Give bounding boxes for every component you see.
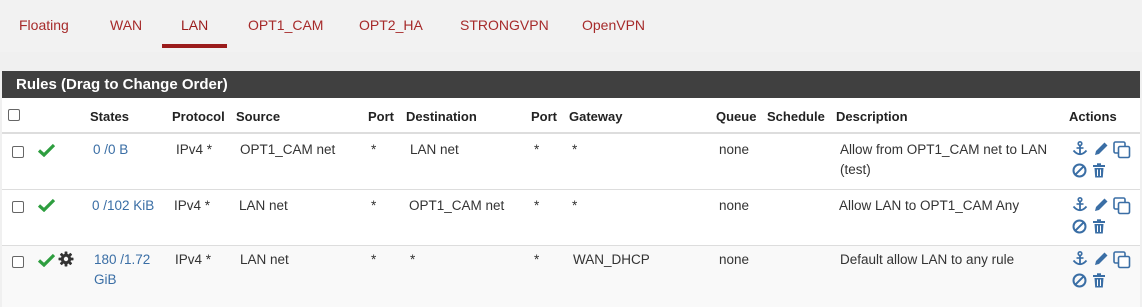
- col-port: Port: [368, 109, 394, 124]
- col-protocol: Protocol: [172, 109, 225, 124]
- states-link[interactable]: 180 /1.72 GiB: [94, 250, 166, 290]
- table-header: States Protocol Source Port Destination …: [2, 98, 1140, 134]
- trash-icon[interactable]: [1092, 163, 1106, 178]
- check-icon: [38, 198, 55, 212]
- col-destination: Destination: [406, 109, 477, 124]
- col-actions: Actions: [1069, 109, 1117, 124]
- col-description: Description: [836, 109, 908, 124]
- queue-value: none: [719, 142, 750, 157]
- anchor-icon[interactable]: [1072, 197, 1088, 213]
- queue-value: none: [719, 252, 750, 267]
- tab-openvpn[interactable]: OpenVPN: [582, 16, 645, 36]
- select-all-checkbox[interactable]: [8, 109, 20, 121]
- tab-wan[interactable]: WAN: [110, 16, 142, 36]
- col-port-dest: Port: [531, 109, 557, 124]
- col-source: Source: [236, 109, 281, 124]
- table-row[interactable]: 180 /1.72 GiB IPv4 * LAN net * * * WAN_D…: [2, 246, 1140, 307]
- destination-value: LAN net: [410, 142, 459, 157]
- check-icon: [38, 253, 55, 267]
- gateway-value: *: [572, 142, 578, 157]
- table-row[interactable]: 0 /0 B IPv4 * OPT1_CAM net * LAN net * *…: [2, 136, 1140, 190]
- source-value: OPT1_CAM net: [240, 142, 336, 157]
- panel-title: Rules (Drag to Change Order): [2, 71, 1140, 98]
- description-value: Default allow LAN to any rule: [840, 252, 1015, 267]
- gateway-value: WAN_DHCP: [573, 252, 650, 267]
- col-states: States: [90, 109, 130, 124]
- pencil-icon[interactable]: [1093, 251, 1109, 267]
- col-gateway: Gateway: [569, 109, 623, 124]
- source-value: LAN net: [239, 198, 288, 213]
- port-value: *: [371, 142, 377, 157]
- ban-icon[interactable]: [1072, 163, 1087, 178]
- row-checkbox[interactable]: [12, 256, 24, 268]
- col-schedule: Schedule: [767, 109, 825, 124]
- table-row[interactable]: 0 /102 KiB IPv4 * LAN net * OPT1_CAM net…: [2, 190, 1140, 246]
- destination-value: *: [410, 252, 416, 267]
- description-value: Allow LAN to OPT1_CAM Any: [839, 198, 1020, 213]
- dest-port-value: *: [534, 142, 540, 157]
- port-value: *: [371, 252, 377, 267]
- anchor-icon[interactable]: [1072, 251, 1088, 267]
- protocol-value: IPv4 *: [174, 198, 211, 213]
- anchor-icon[interactable]: [1072, 141, 1088, 157]
- active-tab-indicator: [162, 44, 227, 48]
- dest-port-value: *: [534, 252, 540, 267]
- description-value: Allow from OPT1_CAM net to LAN (test): [840, 142, 1048, 177]
- ban-icon[interactable]: [1072, 273, 1087, 288]
- queue-value: none: [719, 198, 750, 213]
- tab-opt1-cam[interactable]: OPT1_CAM: [248, 16, 323, 36]
- states-link[interactable]: 0 /0 B: [93, 140, 128, 160]
- ban-icon[interactable]: [1072, 219, 1087, 234]
- row-checkbox[interactable]: [12, 146, 24, 158]
- tab-strongvpn[interactable]: STRONGVPN: [460, 16, 549, 36]
- tab-opt2-ha[interactable]: OPT2_HA: [359, 16, 423, 36]
- copy-icon[interactable]: [1113, 251, 1131, 269]
- pencil-icon[interactable]: [1093, 141, 1109, 157]
- rules-table: States Protocol Source Port Destination …: [2, 98, 1140, 307]
- gear-icon[interactable]: [58, 251, 74, 267]
- dest-port-value: *: [534, 198, 540, 213]
- trash-icon[interactable]: [1092, 273, 1106, 288]
- protocol-value: IPv4 *: [175, 252, 212, 267]
- source-value: LAN net: [240, 252, 289, 267]
- rule-tabs: Floating WAN LAN OPT1_CAM OPT2_HA STRONG…: [0, 0, 1142, 52]
- port-value: *: [371, 198, 377, 213]
- pencil-icon[interactable]: [1093, 197, 1109, 213]
- tab-floating[interactable]: Floating: [19, 16, 69, 36]
- col-queue: Queue: [716, 109, 757, 124]
- gateway-value: *: [572, 198, 578, 213]
- states-link[interactable]: 0 /102 KiB: [92, 196, 154, 216]
- copy-icon[interactable]: [1113, 197, 1131, 215]
- destination-value: OPT1_CAM net: [409, 198, 505, 213]
- tab-lan[interactable]: LAN: [181, 16, 208, 36]
- trash-icon[interactable]: [1092, 219, 1106, 234]
- copy-icon[interactable]: [1113, 141, 1131, 159]
- row-checkbox[interactable]: [12, 201, 24, 213]
- protocol-value: IPv4 *: [176, 142, 213, 157]
- check-icon: [38, 143, 55, 157]
